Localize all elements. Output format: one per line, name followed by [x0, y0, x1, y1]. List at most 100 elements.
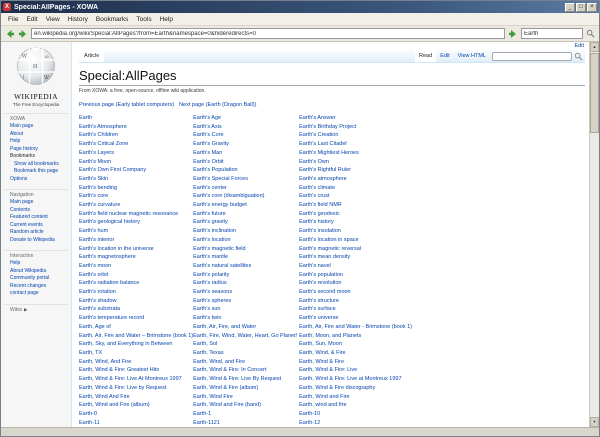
sidebar-item[interactable]: Bookmarks [1, 153, 71, 161]
page-link[interactable]: Earth, Wind & Fire: Greatest Hits [79, 366, 193, 375]
page-link[interactable]: Earth's bending [79, 184, 193, 193]
page-link[interactable]: Earth's Mightiest Heroes [299, 149, 585, 158]
page-link[interactable]: Earth, Wind & Fire: In Concert [193, 366, 299, 375]
page-link[interactable]: Earth, Air, Fire and Water – Brimstone (… [79, 332, 193, 341]
page-link[interactable]: Earth's field NMR [299, 201, 585, 210]
page-link[interactable]: Earth's Orbit [193, 158, 299, 167]
sidebar-item[interactable]: contact page [1, 290, 71, 298]
page-link[interactable]: Earth's Last Citadel [299, 140, 585, 149]
sidebar-item[interactable]: Help [1, 260, 71, 268]
page-link[interactable]: Earth's polarity [193, 271, 299, 280]
corner-edit-link[interactable]: Edit [575, 43, 584, 49]
page-link[interactable]: Earth's Children [79, 131, 193, 140]
page-link[interactable]: Earth's mantle [193, 253, 299, 262]
page-link[interactable]: Earth, Wind And Fire [79, 393, 193, 402]
page-link[interactable]: Earth, Wind & Fire [299, 358, 585, 367]
page-link[interactable]: Earth, Wind & Fire: Live by Request [79, 384, 193, 393]
page-link[interactable]: Earth's seasons [193, 288, 299, 297]
page-link[interactable]: Earth, Wind & Fire: Live By Request [193, 375, 299, 384]
scrollbar-thumb[interactable] [590, 53, 599, 133]
address-input[interactable] [31, 28, 505, 39]
page-link[interactable]: Earth's geological history [79, 218, 193, 227]
page-link[interactable]: Earth, Moon, and Planets [299, 332, 585, 341]
page-link[interactable]: Earth-12 [299, 419, 585, 427]
go-icon[interactable] [508, 29, 518, 39]
page-link[interactable]: Earth's navel [299, 262, 585, 271]
page-link[interactable]: Earth's Creation [299, 131, 585, 140]
page-link[interactable]: Earth-1 [193, 410, 299, 419]
page-link[interactable]: Earth's shadow [79, 297, 193, 306]
page-link[interactable]: Earth's magnetic field [193, 245, 299, 254]
page-link[interactable]: Earth, Wind, And Fire [79, 358, 193, 367]
page-link[interactable]: Earth, Fire, Wind, Water, Heart, Go Plan… [193, 332, 299, 341]
page-link[interactable]: Earth's Core [193, 131, 299, 140]
page-link[interactable]: Earth's radius [193, 279, 299, 288]
page-link[interactable]: Earth, Wind and Fire (band) [193, 401, 299, 410]
page-link[interactable]: Earth's magnetic reversal [299, 245, 585, 254]
page-link[interactable]: Earth's Answer [299, 114, 585, 123]
page-link[interactable]: Earth, Wind & Fire: Live at Montreux 199… [299, 375, 585, 384]
page-link[interactable]: Earth's field nuclear magnetic resonance [79, 210, 193, 219]
page-link[interactable]: Earth, Sky, and Everything in Between [79, 340, 193, 349]
page-link[interactable]: Earth's location in the universe [79, 245, 193, 254]
page-link[interactable]: Earth, Air, Fire and Water - Brimstone (… [299, 323, 585, 332]
page-link[interactable]: Earth's hum [79, 227, 193, 236]
vertical-scrollbar[interactable]: ▲ ▼ [589, 42, 599, 427]
page-link[interactable]: Earth's structure [299, 297, 585, 306]
page-link[interactable]: Earth's curvature [79, 201, 193, 210]
page-link[interactable]: Earth's energy budget [193, 201, 299, 210]
page-link[interactable]: Earth's mean density [299, 253, 585, 262]
page-link[interactable]: Earth, Wind and Fire (album) [79, 401, 193, 410]
page-link[interactable]: Earth's core [79, 192, 193, 201]
page-link[interactable]: Earth's Gravity [193, 140, 299, 149]
page-link[interactable]: Earth's revolution [299, 279, 585, 288]
sidebar-item[interactable]: Random article [1, 229, 71, 237]
page-link[interactable]: Earth's crust [299, 192, 585, 201]
page-link[interactable]: Earth's history [299, 218, 585, 227]
page-search-input[interactable] [492, 52, 572, 61]
page-link[interactable]: Earth's gravity [193, 218, 299, 227]
page-link[interactable]: Earth's Age [193, 114, 299, 123]
page-link[interactable]: Earth's sun [193, 305, 299, 314]
sidebar-item[interactable]: Show all bookmarks [1, 161, 71, 169]
page-link[interactable]: Earth's Birthday Project [299, 123, 585, 132]
sidebar-item[interactable]: Community portal [1, 275, 71, 283]
page-link[interactable]: Earth's twin [193, 314, 299, 323]
page-link[interactable]: Earth's natural satellites [193, 262, 299, 271]
page-link[interactable]: Earth's universe [299, 314, 585, 323]
previous-page-link[interactable]: Previous page (Early tablet computers) [79, 102, 174, 108]
page-link[interactable]: Earth, Air, Fire, and Water [193, 323, 299, 332]
menu-item[interactable]: History [64, 16, 92, 23]
sidebar-item[interactable]: Featured content [1, 214, 71, 222]
menu-item[interactable]: File [4, 16, 22, 23]
scrollbar-track[interactable] [590, 133, 599, 417]
page-link[interactable]: Earth's climate [299, 184, 585, 193]
page-link[interactable]: Earth, Texas [193, 349, 299, 358]
page-link[interactable]: Earth's center [193, 184, 299, 193]
page-link[interactable]: Earth's Axis [193, 123, 299, 132]
wikipedia-logo[interactable]: W И ω ا Ꮤ WIKIPEDIA The Free Encyclopedi… [1, 46, 71, 107]
page-link[interactable]: Earth's second moon [299, 288, 585, 297]
page-link[interactable]: Earth's interior [79, 236, 193, 245]
page-link[interactable]: Earth's Moon [79, 158, 193, 167]
page-link[interactable]: Earth, wind and fire [299, 401, 585, 410]
sidebar-item[interactable]: About Wikipedia [1, 268, 71, 276]
view-tab[interactable]: Read [415, 50, 436, 62]
page-link[interactable]: Earth's population [299, 271, 585, 280]
page-link[interactable]: Earth's spheres [193, 297, 299, 306]
page-link[interactable]: Earth's temperature record [79, 314, 193, 323]
page-link[interactable]: Earth's substrata [79, 305, 193, 314]
sidebar-item[interactable]: Contents [1, 207, 71, 215]
page-link[interactable]: Earth's Man [193, 149, 299, 158]
page-link[interactable]: Earth, Age of [79, 323, 193, 332]
tab-article[interactable]: Article [79, 50, 104, 63]
page-link[interactable]: Earth, Sun, Moon [299, 340, 585, 349]
page-link[interactable]: Earth's geodesic [299, 210, 585, 219]
page-link[interactable]: Earth, Wind & Fire (album) [193, 384, 299, 393]
scroll-up-button[interactable]: ▲ [590, 42, 599, 52]
page-link[interactable]: Earth's future [193, 210, 299, 219]
menu-item[interactable]: View [42, 16, 64, 23]
search-icon[interactable] [586, 29, 595, 38]
page-link[interactable]: Earth's orbit [79, 271, 193, 280]
page-link[interactable]: Earth-0 [79, 410, 193, 419]
